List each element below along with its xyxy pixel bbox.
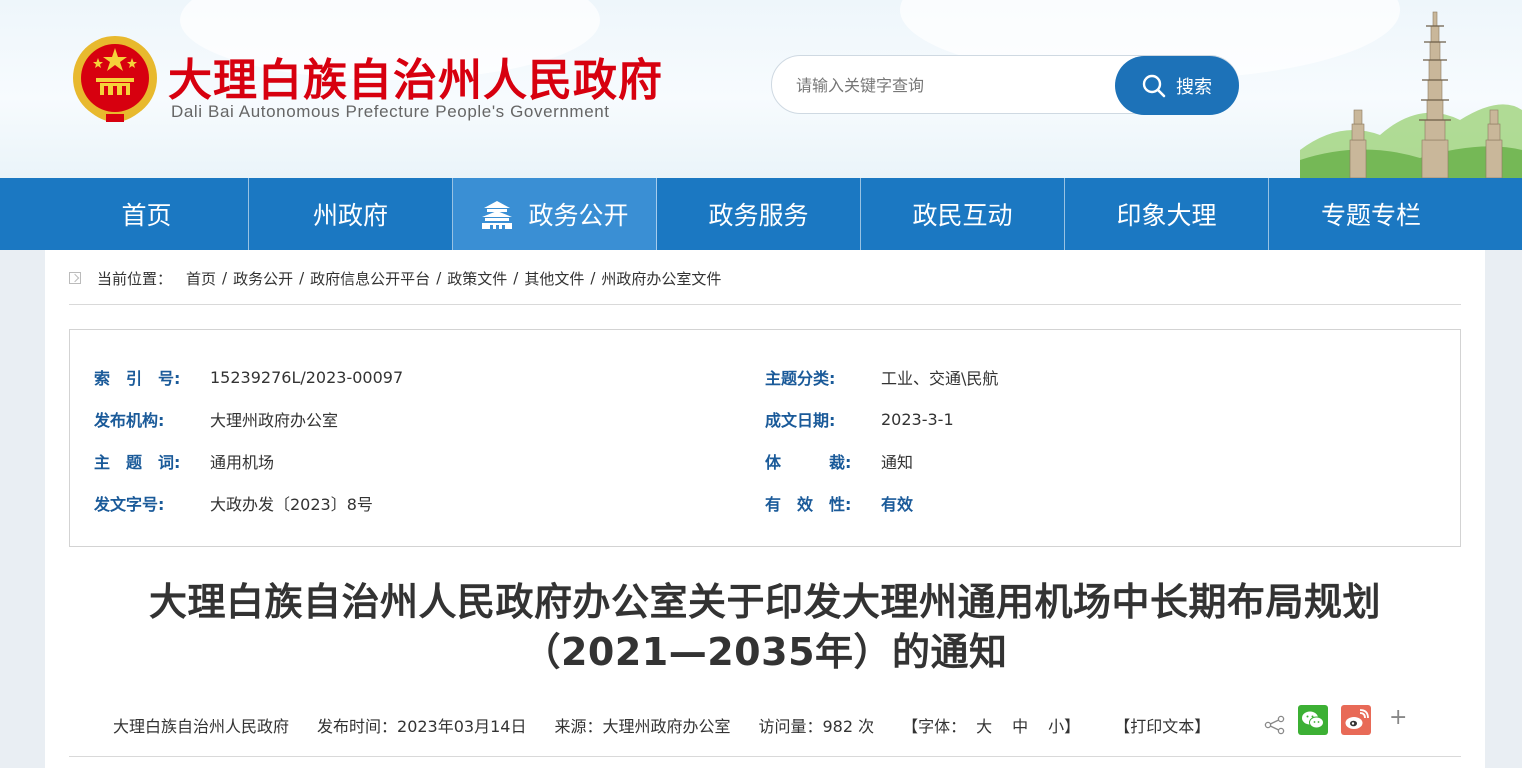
info-org: 大理白族自治州人民政府 [113,717,290,736]
meta-key: 索 引 号: [94,369,181,388]
site-subtitle: Dali Bai Autonomous Prefecture People's … [171,102,610,121]
meta-value: 通用机场 [210,453,275,472]
document-metadata: 索 引 号: 15239276L/2023-00097 主题分类: 工业、交通\… [69,329,1461,547]
breadcrumb-separator: / [222,269,228,287]
font-size-medium-button[interactable]: 中 [1012,713,1028,737]
breadcrumb-link-other[interactable]: 其他文件 [524,268,584,289]
document-title-line: （2021—2035年）的通知 [522,630,1008,674]
meta-value: 大政办发〔2023〕8号 [210,495,373,514]
location-icon [69,272,81,284]
font-size-label: 【字体： [902,717,967,736]
breadcrumb-separator: / [436,269,442,287]
meta-value: 工业、交通\民航 [881,369,999,388]
nav-item-label: 州政府 [312,201,388,230]
search-box: 搜索 [771,55,1239,115]
document-title-line: 大理白族自治州人民政府办公室关于印发大理州通用机场中长期布局规划 [148,580,1381,624]
meta-keyword: 主 题 词: 通用机场 [94,449,274,473]
nav-item-home[interactable]: 首页 [45,178,249,250]
nav-item-government-affairs[interactable]: 政务公开 [453,178,657,250]
divider [69,756,1461,757]
weibo-share-icon[interactable] [1341,705,1371,735]
search-button-label: 搜索 [1176,76,1212,98]
tiananmen-icon [482,201,513,229]
meta-key: 有 效 性: [765,495,852,514]
breadcrumb: 当前位置： 首页 / 政务公开 / 政府信息公开平台 / 政策文件 / 其他文件… [69,266,721,290]
nav-item-label: 政民互动 [912,201,1013,230]
meta-key: 主题分类: [765,369,836,388]
breadcrumb-link-office[interactable]: 州政府办公室文件 [601,268,721,289]
nav-item-impression[interactable]: 印象大理 [1065,178,1269,250]
meta-key: 发布机构: [94,411,165,430]
three-pagodas-icon [1300,11,1522,178]
meta-key: 发文字号: [94,495,165,514]
search-icon [1142,74,1166,97]
nav-item-label: 政务服务 [708,201,809,230]
breadcrumb-link-affairs[interactable]: 政务公开 [233,268,293,289]
nav-item-label: 首页 [121,201,172,230]
breadcrumb-separator: / [590,269,596,287]
meta-docno: 发文字号: 大政办发〔2023〕8号 [94,491,373,515]
national-emblem-icon[interactable] [70,34,160,126]
meta-publisher: 发布机构: 大理州政府办公室 [94,407,338,431]
site-header: 大理白族自治州人民政府 Dali Bai Autonomous Prefectu… [0,0,1522,178]
meta-value: 15239276L/2023-00097 [210,367,404,387]
meta-value: 2023-3-1 [881,409,954,429]
meta-key: 体 裁: [765,453,852,472]
meta-value: 有效 [881,495,914,514]
print-button[interactable]: 【打印文本】 [1114,713,1210,737]
wechat-share-icon[interactable] [1298,705,1328,735]
info-views: 访问量：982 次 [758,717,875,736]
meta-category: 主题分类: 工业、交通\民航 [765,365,998,389]
nav-item-label: 专题专栏 [1320,201,1421,230]
document-info-bar: 大理白族自治州人民政府 发布时间：2023年03月14日 来源：大理州政府办公室… [113,710,1238,740]
meta-key: 主 题 词: [94,453,181,472]
breadcrumb-label: 当前位置： [97,269,173,288]
meta-validity: 有 效 性: 有效 [765,491,913,515]
site-title[interactable]: 大理白族自治州人民政府 [168,44,663,108]
main-content: 当前位置： 首页 / 政务公开 / 政府信息公开平台 / 政策文件 / 其他文件… [45,250,1485,768]
meta-index: 索 引 号: 15239276L/2023-00097 [94,365,403,389]
breadcrumb-link-home[interactable]: 首页 [186,268,216,289]
font-size-small-button[interactable]: 小】 [1048,713,1080,737]
divider [69,304,1461,305]
share-icon[interactable] [1264,715,1286,735]
breadcrumb-link-platform[interactable]: 政府信息公开平台 [310,268,430,289]
meta-value: 大理州政府办公室 [210,411,339,430]
search-input[interactable] [796,72,1096,98]
meta-value: 通知 [881,453,914,472]
breadcrumb-separator: / [299,269,305,287]
nav-item-interaction[interactable]: 政民互动 [861,178,1065,250]
more-share-button[interactable]: + [1389,705,1407,730]
meta-key: 成文日期: [765,411,836,430]
main-nav: 首页 州政府 政务公开 政务服务 政民互动 印象大理 专题专栏 [0,178,1522,250]
breadcrumb-link-policy[interactable]: 政策文件 [447,268,507,289]
breadcrumb-separator: / [513,269,519,287]
nav-item-government[interactable]: 州政府 [249,178,453,250]
nav-item-label: 政务公开 [528,201,629,230]
meta-genre: 体 裁: 通知 [765,449,913,473]
nav-item-services[interactable]: 政务服务 [657,178,861,250]
font-size-large-button[interactable]: 大 [976,713,992,737]
nav-item-special[interactable]: 专题专栏 [1269,178,1473,250]
info-source: 来源：大理州政府办公室 [554,717,731,736]
nav-item-label: 印象大理 [1116,201,1217,230]
info-publish-time: 发布时间：2023年03月14日 [317,717,527,736]
document-title: 大理白族自治州人民政府办公室关于印发大理州通用机场中长期布局规划 （2021—2… [45,577,1485,677]
meta-date: 成文日期: 2023-3-1 [765,407,954,431]
search-button[interactable]: 搜索 [1115,56,1239,115]
